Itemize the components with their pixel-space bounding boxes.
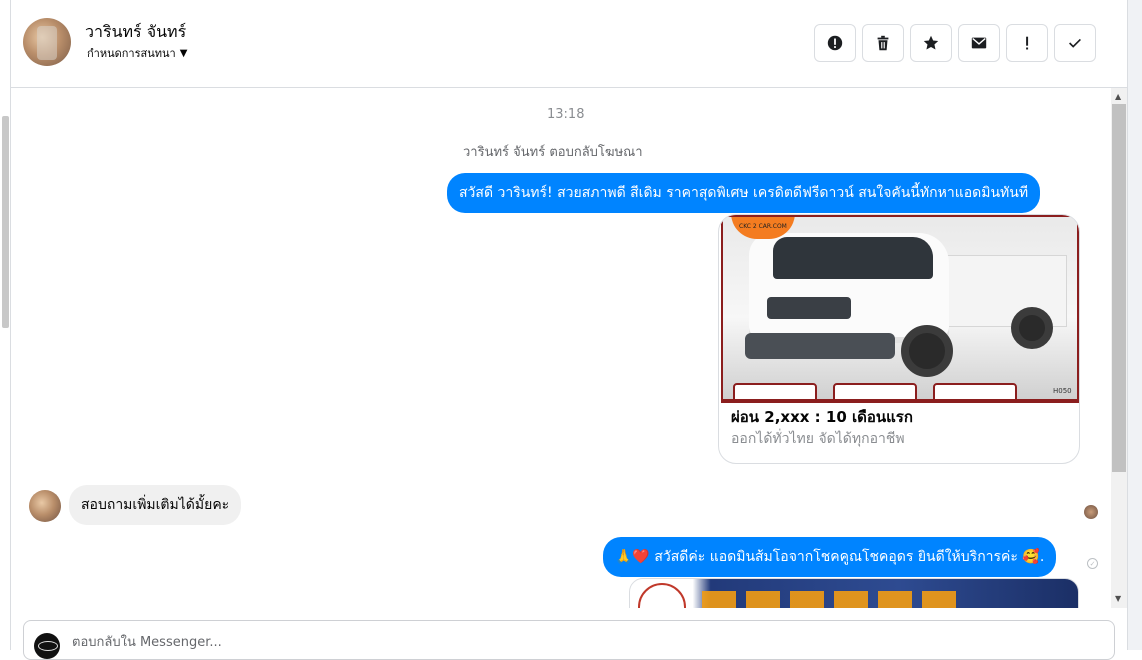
sent-check-icon: ✓ (1087, 558, 1098, 569)
delete-button[interactable] (862, 24, 904, 62)
spam-button[interactable] (814, 24, 856, 62)
scroll-down-icon[interactable]: ▼ (1115, 594, 1121, 603)
scroll-up-icon[interactable]: ▲ (1115, 92, 1121, 101)
outgoing-message[interactable]: สวัสดี วารินทร์! สวยสภาพดี สีเดิม ราคาสุ… (447, 173, 1041, 213)
left-scrollbar-thumb[interactable] (2, 116, 9, 328)
ad-card[interactable]: CKC 2 CAR.COM H050 ผ่อน 2,xxx : 10 เดือน… (718, 214, 1080, 464)
sender-avatar[interactable] (29, 490, 61, 522)
ad-card-image: CKC 2 CAR.COM H050 (721, 215, 1079, 403)
exclamation-icon (1026, 36, 1029, 50)
done-button[interactable] (1054, 24, 1096, 62)
star-icon (923, 35, 939, 50)
dealer-seal-logo (638, 583, 686, 608)
caret-down-icon: ▼ (179, 47, 188, 59)
contact-name[interactable]: วารินทร์ จันทร์ (85, 20, 186, 45)
scrollbar-thumb[interactable] (1112, 104, 1126, 472)
reply-composer[interactable] (23, 620, 1115, 660)
trash-icon (877, 35, 889, 51)
seen-avatar-icon (1084, 505, 1098, 519)
outgoing-image-preview[interactable] (629, 578, 1079, 608)
mail-icon (971, 37, 987, 49)
right-panel-edge (1127, 0, 1142, 650)
contact-avatar[interactable] (23, 18, 71, 66)
incoming-message[interactable]: สอบถามเพิ่มเติมได้มั้ยคะ (69, 485, 242, 525)
message-thread[interactable]: 13:18 วารินทร์ จันทร์ ตอบกลับโฆษณา สวัสด… (11, 88, 1111, 608)
star-button[interactable] (910, 24, 952, 62)
ad-card-title: ผ่อน 2,xxx : 10 เดือนแรก (731, 408, 913, 426)
header-actions (814, 24, 1096, 62)
page-avatar (34, 633, 60, 659)
promo-banner-text-graphic (702, 591, 962, 608)
assign-conversation-dropdown[interactable]: กำหนดการสนทนา ▼ (87, 44, 187, 62)
message-timestamp: 13:18 (547, 107, 585, 122)
check-icon (1069, 38, 1081, 48)
alert-circle-icon (827, 35, 843, 51)
mark-unread-button[interactable] (958, 24, 1000, 62)
assign-label: กำหนดการสนทนา (87, 47, 176, 60)
ad-card-subtitle: ออกได้ทั่วไทย จัดได้ทุกอาชีพ (731, 431, 905, 447)
outgoing-message[interactable]: 🙏❤️ สวัสดีค่ะ แอดมินส้มโอจากโชคคูณโชคอุด… (603, 537, 1057, 577)
thread-scrollbar[interactable]: ▲ ▼ (1111, 88, 1127, 608)
follow-up-button[interactable] (1006, 24, 1048, 62)
conversation-header: วารินทร์ จันทร์ กำหนดการสนทนา ▼ (11, 0, 1127, 88)
image-frame (721, 215, 1079, 401)
ad-reply-note: วารินทร์ จันทร์ ตอบกลับโฆษณา (463, 145, 643, 160)
